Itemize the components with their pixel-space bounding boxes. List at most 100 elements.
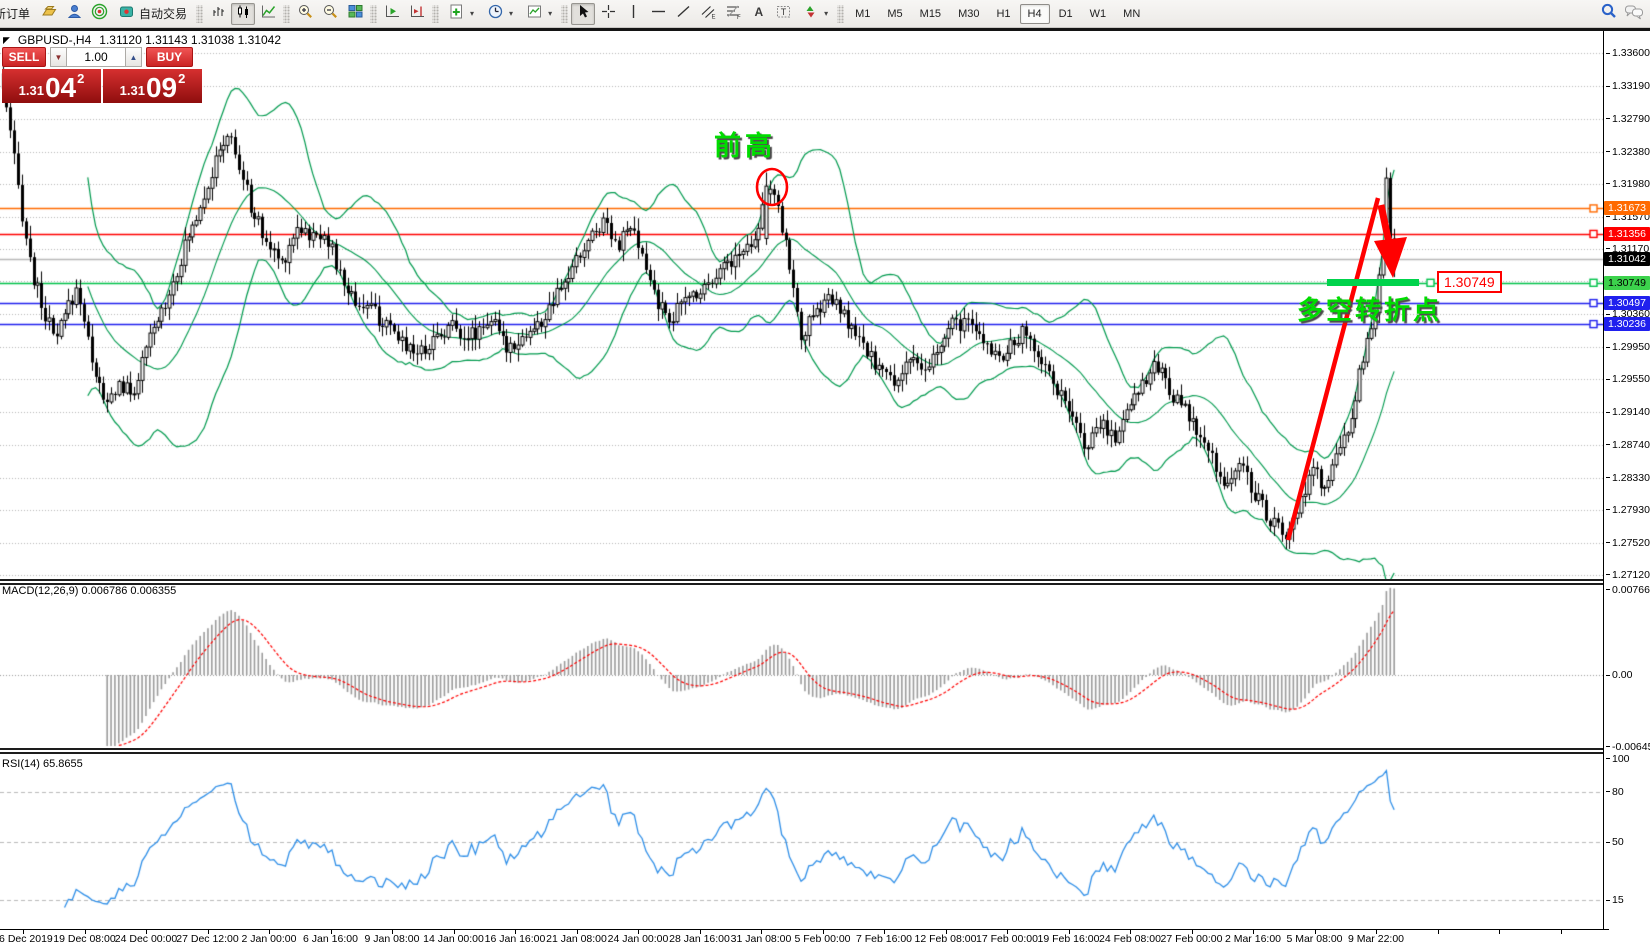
timeframe-button-W1[interactable]: W1 bbox=[1082, 4, 1115, 24]
time-label: 12 Feb 08:00 bbox=[912, 933, 980, 945]
sell-button[interactable]: SELL bbox=[2, 47, 46, 67]
previous-high-note[interactable]: 前高 bbox=[714, 124, 776, 163]
price-tick-label: 1.33190 bbox=[1606, 81, 1650, 92]
toolbar-grip bbox=[837, 5, 844, 23]
bar-chart-button[interactable] bbox=[206, 3, 230, 25]
time-label: 9 Jan 08:00 bbox=[358, 933, 426, 945]
chart-header: ◤ GBPUSD-,H4 1.31120 1.31143 1.31038 1.3… bbox=[3, 33, 281, 47]
line-chart-button[interactable] bbox=[256, 3, 280, 25]
price-tick-label: 1.32380 bbox=[1606, 146, 1650, 157]
pivot-point-note[interactable]: 多空转折点 bbox=[1297, 290, 1442, 327]
time-label: 19 Feb 16:00 bbox=[1035, 933, 1103, 945]
price-tick-label: 1.29550 bbox=[1606, 374, 1650, 385]
chart-ohlc-values: 1.31120 1.31143 1.31038 1.31042 bbox=[99, 33, 281, 47]
volume-decrease-button[interactable]: ▼ bbox=[50, 47, 66, 67]
timeframe-button-M30[interactable]: M30 bbox=[950, 4, 987, 24]
timeframe-button-H4[interactable]: H4 bbox=[1020, 4, 1050, 24]
new-order-button[interactable]: 新订单 bbox=[0, 3, 36, 25]
gold-button[interactable] bbox=[37, 3, 61, 25]
timeframe-button-M1[interactable]: M1 bbox=[847, 4, 878, 24]
time-axis[interactable]: 16 Dec 201919 Dec 08:0024 Dec 00:0027 De… bbox=[0, 929, 1650, 945]
svg-text:E: E bbox=[711, 14, 715, 20]
price-callout[interactable]: 1.30749 bbox=[1437, 271, 1502, 293]
timeframe-button-D1[interactable]: D1 bbox=[1051, 4, 1081, 24]
rsi-indicator-pane[interactable] bbox=[0, 754, 1603, 929]
signals-button[interactable] bbox=[87, 3, 111, 25]
price-tick-label: 1.27930 bbox=[1606, 504, 1650, 515]
trendline-button[interactable] bbox=[671, 3, 695, 25]
text-label-icon: T bbox=[775, 3, 792, 25]
buy-price-big: 09 bbox=[146, 75, 177, 101]
price-tick-label: 1.27120 bbox=[1606, 569, 1650, 580]
price-badge: 1.31673 bbox=[1604, 201, 1650, 215]
one-click-collapse-icon[interactable]: ◤ bbox=[3, 35, 10, 46]
time-label: 24 Dec 00:00 bbox=[112, 933, 180, 945]
indicators-button[interactable]: ▾ bbox=[442, 3, 480, 25]
text-button[interactable]: A bbox=[746, 3, 770, 25]
price-tick-label: 1.28740 bbox=[1606, 439, 1650, 450]
autotrade-icon bbox=[118, 3, 135, 25]
price-badge: 1.31042 bbox=[1604, 252, 1650, 266]
vertical-line-button[interactable] bbox=[621, 3, 645, 25]
pane-separator[interactable] bbox=[0, 748, 1603, 754]
horizontal-line-button[interactable] bbox=[646, 3, 670, 25]
symbol-search-button[interactable] bbox=[1597, 3, 1621, 25]
periods-button[interactable]: ▾ bbox=[481, 3, 519, 25]
time-label: 17 Feb 00:00 bbox=[973, 933, 1041, 945]
timeframe-button-H1[interactable]: H1 bbox=[988, 4, 1018, 24]
timeframe-bar: M1M5M15M30H1H4D1W1MN bbox=[847, 4, 1148, 24]
macd-indicator-pane[interactable] bbox=[0, 585, 1603, 748]
timeframe-button-M15[interactable]: M15 bbox=[912, 4, 949, 24]
auto-scroll-icon bbox=[384, 3, 401, 25]
zoom-in-icon bbox=[297, 3, 314, 25]
toolbar-grip bbox=[561, 5, 568, 23]
volume-input[interactable] bbox=[66, 47, 126, 67]
svg-text:T: T bbox=[780, 7, 786, 17]
chart-shift-button[interactable] bbox=[405, 3, 429, 25]
timeframe-button-M5[interactable]: M5 bbox=[879, 4, 910, 24]
timeframe-button-MN[interactable]: MN bbox=[1115, 4, 1148, 24]
buy-button[interactable]: BUY bbox=[146, 47, 193, 67]
macd-tick-label: 0.00766 bbox=[1606, 584, 1650, 595]
zoom-in-button[interactable] bbox=[293, 3, 317, 25]
tile-windows-icon bbox=[347, 3, 364, 25]
cursor-button[interactable] bbox=[571, 3, 595, 25]
search-icon bbox=[1600, 2, 1618, 25]
buy-price-box[interactable]: 1.31 09 2 bbox=[103, 69, 202, 103]
candlestick-chart-button[interactable] bbox=[231, 3, 255, 25]
crosshair-button[interactable] bbox=[596, 3, 620, 25]
price-tick-label: 1.29140 bbox=[1606, 407, 1650, 418]
price-tick-label: 1.27520 bbox=[1606, 537, 1650, 548]
time-label: 5 Feb 00:00 bbox=[789, 933, 857, 945]
one-click-trading-panel: SELL ▼ ▲ BUY 1.31 04 2 1.31 09 2 bbox=[2, 47, 205, 103]
fibonacci-button[interactable]: F bbox=[721, 3, 745, 25]
price-badge: 1.31356 bbox=[1604, 227, 1650, 241]
chat-button[interactable] bbox=[1622, 3, 1646, 25]
community-button[interactable] bbox=[62, 3, 86, 25]
new-order-label: 新订单 bbox=[0, 5, 30, 22]
auto-scroll-button[interactable] bbox=[380, 3, 404, 25]
volume-increase-button[interactable]: ▲ bbox=[126, 47, 142, 67]
time-label: 27 Feb 00:00 bbox=[1158, 933, 1226, 945]
pane-separator[interactable] bbox=[0, 579, 1603, 585]
sell-price-box[interactable]: 1.31 04 2 bbox=[2, 69, 101, 103]
toolbar-grip bbox=[370, 5, 377, 23]
time-label: 9 Mar 22:00 bbox=[1342, 933, 1410, 945]
text-label-button[interactable]: T bbox=[771, 3, 795, 25]
zoom-out-button[interactable] bbox=[318, 3, 342, 25]
price-tick-label: 1.33600 bbox=[1606, 48, 1650, 59]
buy-price-prefix: 1.31 bbox=[120, 83, 145, 98]
pivot-highlight-bar[interactable] bbox=[1327, 279, 1419, 286]
equidistant-channel-button[interactable]: E bbox=[696, 3, 720, 25]
tile-windows-button[interactable] bbox=[343, 3, 367, 25]
arrows-button[interactable]: ▾ bbox=[796, 3, 834, 25]
templates-button[interactable]: ▾ bbox=[520, 3, 558, 25]
time-label: 24 Feb 08:00 bbox=[1096, 933, 1164, 945]
chevron-down-icon: ▾ bbox=[548, 9, 552, 18]
autotrade-button[interactable]: 自动交易 bbox=[112, 3, 193, 25]
channel-icon: E bbox=[700, 3, 717, 25]
time-label: 14 Jan 00:00 bbox=[420, 933, 488, 945]
fibonacci-icon: F bbox=[725, 3, 742, 25]
time-label: 27 Dec 12:00 bbox=[174, 933, 242, 945]
sell-price-big: 04 bbox=[45, 75, 76, 101]
